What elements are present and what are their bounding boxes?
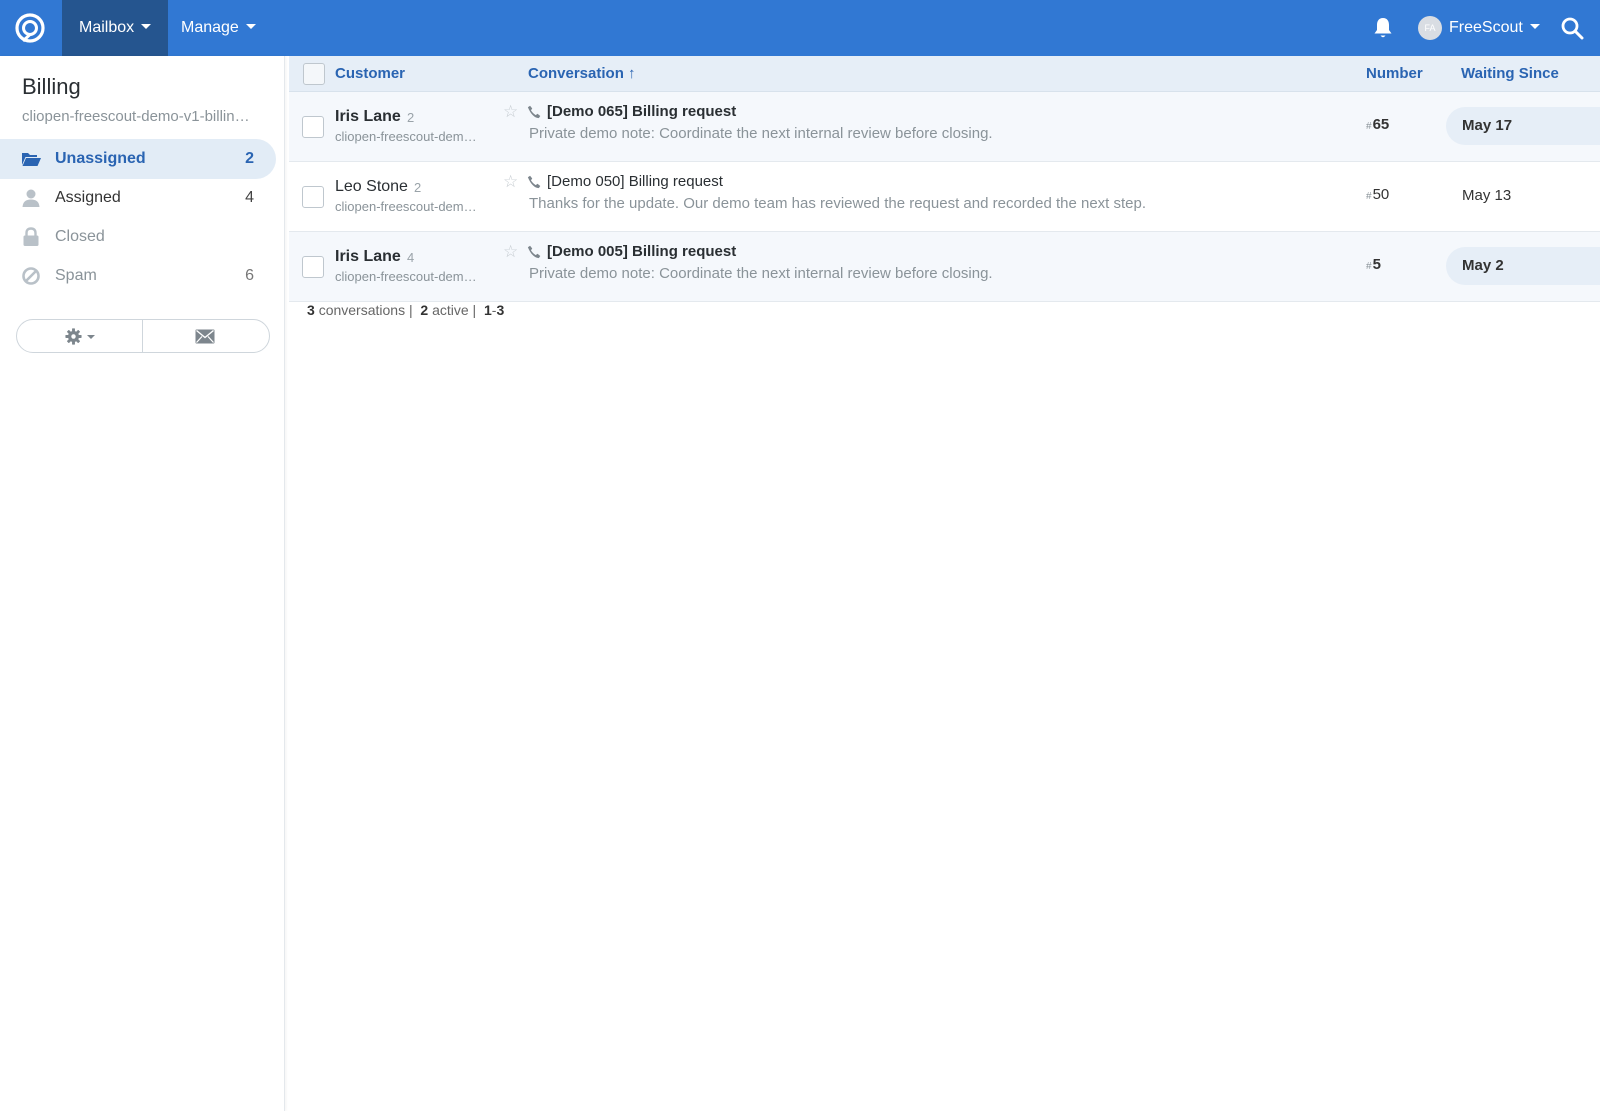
- conversation-number: #5: [1366, 256, 1381, 273]
- ban-icon: [22, 267, 40, 285]
- mailbox-settings-button[interactable]: [17, 320, 143, 352]
- conversation-subject[interactable]: [Demo 050] Billing request: [547, 173, 723, 190]
- table-row[interactable]: Iris Lane 4 cliopen-freescout-demo@examp…: [289, 232, 1600, 302]
- conversation-number-value: 50: [1372, 186, 1390, 203]
- star-icon[interactable]: ☆: [503, 102, 518, 122]
- customer-email: cliopen-freescout-demo@example.com: [335, 269, 481, 284]
- folder-label: Spam: [55, 267, 97, 284]
- customer-conversation-count: 2: [407, 110, 415, 125]
- folder-closed[interactable]: Closed: [0, 217, 276, 257]
- star-icon[interactable]: ☆: [503, 172, 518, 192]
- nav-mailbox[interactable]: Mailbox: [62, 0, 169, 56]
- folder-label: Assigned: [55, 189, 121, 206]
- folder-label: Unassigned: [55, 150, 146, 167]
- conversation-list: Customer Conversation ↑ Number Waiting S…: [289, 56, 1600, 1111]
- customer-name[interactable]: Iris Lane: [335, 248, 401, 266]
- header-conversation[interactable]: Conversation ↑: [528, 56, 636, 92]
- conversation-preview[interactable]: Private demo note: Coordinate the next i…: [529, 125, 993, 142]
- conversation-number-value: 65: [1372, 116, 1390, 133]
- hash-icon: #: [1366, 121, 1372, 132]
- nav-manage[interactable]: Manage: [164, 0, 273, 56]
- customer-email: cliopen-freescout-demo@example.com: [335, 129, 481, 144]
- phone-icon: [527, 105, 541, 119]
- table-header: Customer Conversation ↑ Number Waiting S…: [289, 56, 1600, 92]
- table-row[interactable]: Iris Lane 2 cliopen-freescout-demo@examp…: [289, 92, 1600, 162]
- hash-icon: #: [1366, 191, 1372, 202]
- nav-manage-label: Manage: [181, 19, 239, 36]
- chevron-down-icon: [87, 335, 95, 339]
- folder-count: 6: [245, 267, 254, 284]
- avatar: FA: [1418, 15, 1442, 40]
- waiting-since: May 2: [1446, 247, 1600, 285]
- folder-count: 2: [245, 150, 254, 167]
- phone-icon: [527, 245, 541, 259]
- sort-arrow-icon: ↑: [628, 65, 636, 82]
- chevron-down-icon: [245, 24, 256, 29]
- gear-icon: [65, 328, 82, 345]
- freescout-logo-icon[interactable]: [14, 12, 46, 44]
- user-menu[interactable]: FA FreeScout: [1418, 14, 1540, 42]
- active-count: 2: [420, 302, 429, 318]
- customer-email: cliopen-freescout-demo@example.com: [335, 199, 481, 214]
- total-label: conversations: [318, 302, 406, 318]
- row-checkbox[interactable]: [302, 116, 324, 138]
- folder-open-icon: [22, 153, 41, 166]
- list-summary: 3 conversations | 2 active | 1-3: [307, 302, 505, 318]
- conversation-preview[interactable]: Thanks for the update. Our demo team has…: [529, 195, 1146, 212]
- folder-spam[interactable]: Spam 6: [0, 256, 276, 296]
- mailbox-actions: [16, 319, 270, 353]
- bell-icon[interactable]: [1372, 16, 1394, 40]
- row-checkbox[interactable]: [302, 256, 324, 278]
- folder-unassigned[interactable]: Unassigned 2: [0, 139, 276, 179]
- range-end: 3: [496, 302, 505, 318]
- folder-label: Closed: [55, 228, 105, 245]
- search-icon[interactable]: [1560, 16, 1584, 40]
- mailbox-email: cliopen-freescout-demo-v1-billing@exampl…: [22, 108, 254, 125]
- envelope-icon: [195, 329, 215, 344]
- active-label: active: [432, 302, 469, 318]
- customer-name[interactable]: Iris Lane: [335, 108, 401, 126]
- top-navbar: Mailbox Manage FA FreeScout: [0, 0, 1600, 56]
- customer-conversation-count: 4: [407, 250, 415, 265]
- sidebar: Billing cliopen-freescout-demo-v1-billin…: [0, 56, 285, 1111]
- chevron-down-icon: [141, 24, 152, 29]
- waiting-since: May 17: [1446, 107, 1600, 145]
- table-row[interactable]: Leo Stone 2 cliopen-freescout-demo@examp…: [289, 162, 1600, 232]
- phone-icon: [527, 175, 541, 189]
- range-start: 1: [483, 302, 492, 318]
- conversation-subject[interactable]: [Demo 005] Billing request: [547, 243, 736, 260]
- header-number[interactable]: Number: [1366, 56, 1423, 92]
- conversation-number: #65: [1366, 116, 1389, 133]
- conversation-preview[interactable]: Private demo note: Coordinate the next i…: [529, 265, 993, 282]
- mailbox-name: Billing: [22, 74, 81, 99]
- waiting-since: May 13: [1462, 187, 1512, 204]
- header-conversation-label: Conversation: [528, 65, 624, 82]
- conversation-number-value: 5: [1372, 256, 1381, 273]
- customer-name[interactable]: Leo Stone: [335, 178, 408, 196]
- folder-assigned[interactable]: Assigned 4: [0, 178, 276, 218]
- hash-icon: #: [1366, 261, 1372, 272]
- total-count: 3: [307, 302, 315, 318]
- new-conversation-button[interactable]: [143, 320, 269, 352]
- nav-mailbox-label: Mailbox: [79, 19, 135, 36]
- chevron-down-icon: [1529, 24, 1540, 29]
- lock-icon: [23, 227, 39, 246]
- select-all-checkbox[interactable]: [303, 63, 325, 85]
- customer-conversation-count: 2: [414, 180, 422, 195]
- row-checkbox[interactable]: [302, 186, 324, 208]
- user-icon: [22, 189, 40, 207]
- header-waiting-since[interactable]: Waiting Since: [1461, 56, 1559, 92]
- star-icon[interactable]: ☆: [503, 242, 518, 262]
- header-customer[interactable]: Customer: [335, 56, 405, 92]
- conversation-number: #50: [1366, 186, 1389, 203]
- user-name: FreeScout: [1449, 19, 1523, 36]
- conversation-subject[interactable]: [Demo 065] Billing request: [547, 103, 736, 120]
- folder-count: 4: [245, 189, 254, 206]
